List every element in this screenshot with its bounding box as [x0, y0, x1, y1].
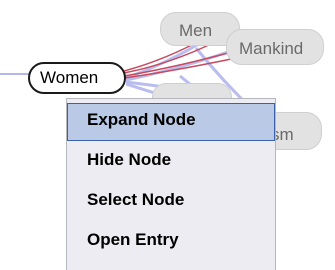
- menu-item-open-entry[interactable]: Open Entry: [67, 223, 275, 261]
- graph-node-women[interactable]: Women: [28, 62, 126, 94]
- menu-item-expand-node[interactable]: Expand Node: [67, 103, 275, 141]
- context-menu: Expand Node Hide Node Select Node Open E…: [66, 98, 276, 270]
- menu-item-hide-node[interactable]: Hide Node: [67, 143, 275, 181]
- graph-node-mankind[interactable]: Mankind: [226, 29, 324, 65]
- menu-item-select-node[interactable]: Select Node: [67, 183, 275, 221]
